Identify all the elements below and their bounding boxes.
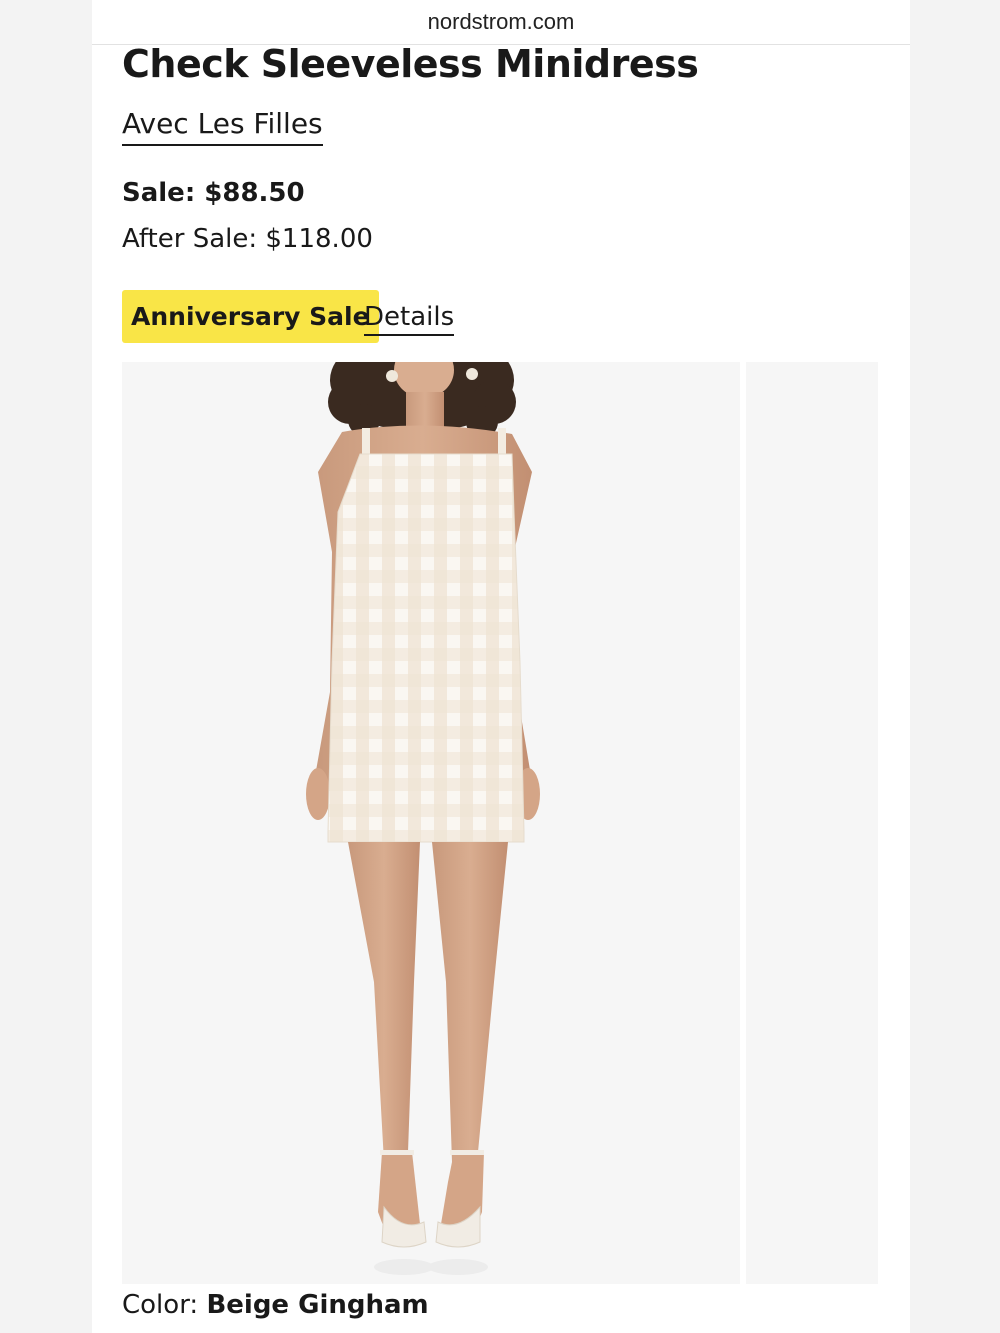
model-photo bbox=[306, 362, 540, 1275]
badge-label: Anniversary Sale bbox=[131, 302, 370, 331]
color-value: Beige Gingham bbox=[206, 1290, 429, 1320]
sandals bbox=[374, 1150, 488, 1275]
gingham-dress bbox=[327, 453, 525, 843]
color-selection: Color: Beige Gingham bbox=[122, 1290, 429, 1320]
brand-link[interactable]: Avec Les Filles bbox=[122, 106, 323, 146]
anniversary-sale-badge: Anniversary Sale bbox=[122, 290, 379, 343]
color-label: Color: bbox=[122, 1290, 207, 1320]
product-title: Check Sleeveless Minidress bbox=[122, 42, 699, 86]
url-text: nordstrom.com bbox=[427, 9, 575, 34]
next-product-image[interactable] bbox=[746, 362, 878, 1284]
sale-price: Sale: $88.50 bbox=[122, 178, 305, 208]
after-sale-price: After Sale: $118.00 bbox=[122, 224, 373, 254]
product-image[interactable] bbox=[122, 362, 740, 1284]
address-bar[interactable]: nordstrom.com bbox=[92, 0, 910, 45]
details-link[interactable]: Details bbox=[364, 300, 455, 336]
